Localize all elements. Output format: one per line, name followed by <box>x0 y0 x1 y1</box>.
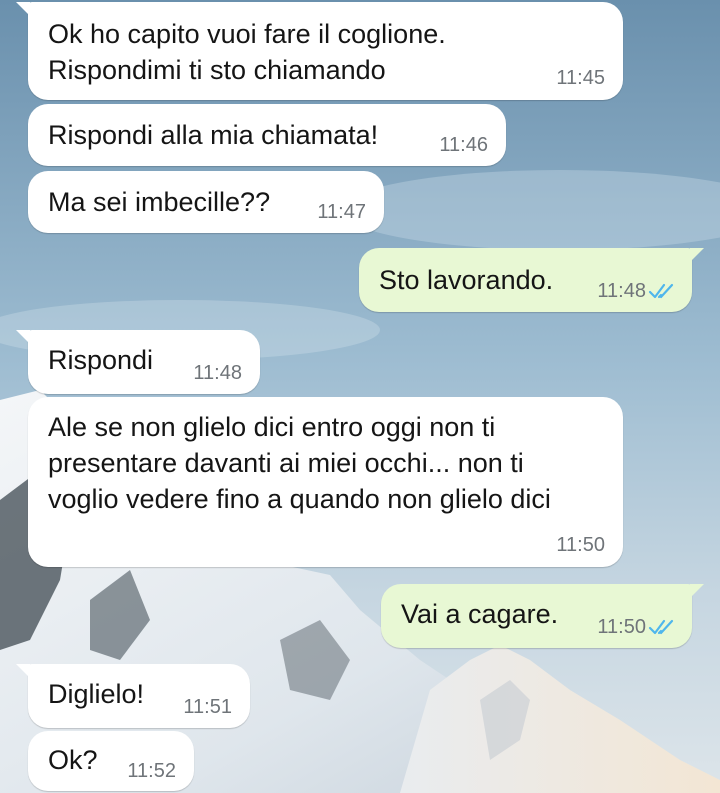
incoming-message[interactable]: Rispondi alla mia chiamata! 11:46 <box>28 104 506 166</box>
message-text: Ma sei imbecille?? <box>48 187 271 217</box>
message-time: 11:48 <box>193 362 242 384</box>
message-time: 11:50 <box>556 534 605 556</box>
incoming-message[interactable]: Ale se non glielo dici entro oggi non ti… <box>28 397 623 567</box>
message-text: Rispondi alla mia chiamata! <box>48 120 379 150</box>
message-time: 11:45 <box>556 67 605 89</box>
message-text: Vai a cagare. <box>401 599 559 629</box>
message-text: Rispondi <box>48 345 154 375</box>
double-check-icon <box>648 619 674 635</box>
message-time: 11:47 <box>317 201 366 223</box>
outgoing-message[interactable]: Sto lavorando. 11:48 <box>359 248 704 312</box>
message-time: 11:50 <box>597 616 646 638</box>
message-text: Sto lavorando. <box>379 265 554 295</box>
double-check-icon <box>648 283 674 299</box>
message-time: 11:51 <box>183 696 232 718</box>
message-time: 11:46 <box>439 134 488 156</box>
message-text: Ok ho capito vuoi fare il coglione. Risp… <box>48 19 446 85</box>
bubble-tail <box>16 330 30 344</box>
incoming-message[interactable]: Ok? 11:52 <box>28 731 194 791</box>
message-text: Diglielo! <box>48 679 145 709</box>
bubble-tail <box>16 2 30 16</box>
message-time: 11:52 <box>127 760 176 782</box>
message-text: Ale se non glielo dici entro oggi non ti… <box>48 412 551 514</box>
incoming-message[interactable]: Ok ho capito vuoi fare il coglione. Risp… <box>16 2 623 100</box>
bubble-tail <box>16 664 30 678</box>
outgoing-message[interactable]: Vai a cagare. 11:50 <box>381 584 704 648</box>
incoming-message[interactable]: Diglielo! 11:51 <box>16 664 250 728</box>
bubble-tail <box>690 248 704 262</box>
message-text: Ok? <box>48 745 98 775</box>
bubble-tail <box>690 584 704 598</box>
incoming-message[interactable]: Rispondi 11:48 <box>16 330 260 394</box>
incoming-message[interactable]: Ma sei imbecille?? 11:47 <box>28 171 384 233</box>
message-time: 11:48 <box>597 280 646 302</box>
